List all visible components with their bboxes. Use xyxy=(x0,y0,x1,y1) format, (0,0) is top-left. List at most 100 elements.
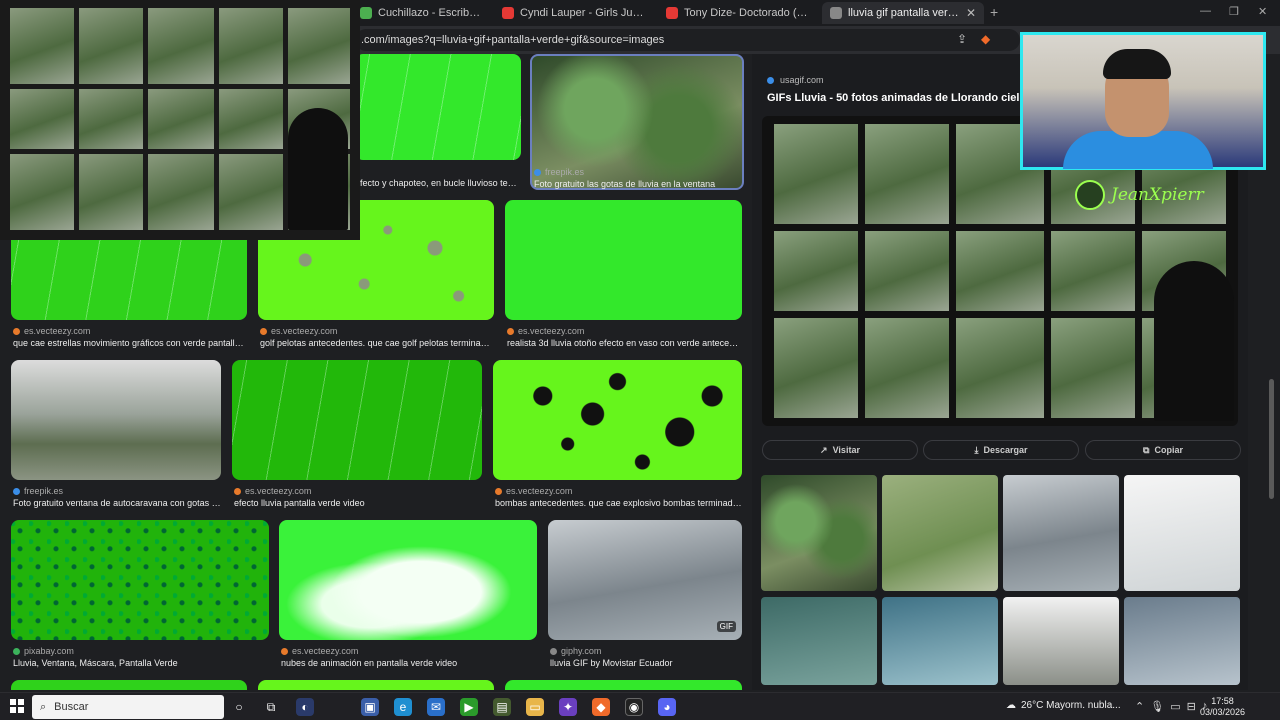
result-image[interactable] xyxy=(11,360,221,480)
source-label: pixabay.com xyxy=(24,646,74,656)
brave-icon[interactable]: ◆ xyxy=(592,698,610,716)
result-image[interactable] xyxy=(258,680,494,690)
store-icon[interactable]: ▣ xyxy=(361,698,379,716)
obs-icon[interactable]: ◉ xyxy=(625,698,643,716)
tab-cyndi-lauper[interactable]: Cyndi Lauper - Girls Just Want To Ha xyxy=(494,2,654,24)
clock-time: 17:58 xyxy=(1211,696,1234,706)
close-tab-icon[interactable]: ✕ xyxy=(966,6,976,20)
gif-badge: GIF xyxy=(716,621,736,632)
related-image[interactable] xyxy=(1003,475,1119,591)
maximize-icon[interactable]: ❐ xyxy=(1229,5,1239,18)
share-icon[interactable]: ⇪ xyxy=(957,32,967,46)
result-image[interactable] xyxy=(505,200,742,320)
minimize-icon[interactable]: — xyxy=(1200,5,1211,17)
visit-button[interactable]: ↗ Visitar xyxy=(762,440,918,460)
task-view-icon[interactable]: ⧉ xyxy=(262,698,280,716)
result-image[interactable] xyxy=(279,520,537,640)
photos-icon[interactable]: ▤ xyxy=(493,698,511,716)
tab-lluvia-gif[interactable]: lluvia gif pantalla verde gif - Bra ✕ xyxy=(822,2,984,24)
result-source: freepik.es xyxy=(534,167,584,177)
window-pane xyxy=(148,154,214,230)
source-label: freepik.es xyxy=(24,486,64,496)
result-source: es.vecteezy.com xyxy=(507,326,584,336)
window-pane xyxy=(288,8,350,84)
display-icon[interactable]: ▭ xyxy=(1170,700,1180,713)
tab-tony-dize[interactable]: Tony Dize- Doctorado (LETRAS/LYRI xyxy=(658,2,818,24)
weather-widget[interactable]: ☁ 26°C Mayorm. nubla... xyxy=(1006,700,1121,711)
usagif-icon xyxy=(767,76,774,84)
window-pane xyxy=(1051,231,1135,311)
windows-start-icon[interactable] xyxy=(10,699,24,713)
result-image[interactable] xyxy=(11,680,247,690)
result-source: giphy.com xyxy=(550,646,601,656)
result-image[interactable]: GIF xyxy=(548,520,742,640)
source-label: es.vecteezy.com xyxy=(506,486,573,496)
streamer-name: JeanXpierr xyxy=(1111,185,1204,205)
panel-source[interactable]: usagif.com xyxy=(767,75,824,85)
result-source: es.vecteezy.com xyxy=(495,486,572,496)
copy-button[interactable]: ⧉ Copiar xyxy=(1085,440,1241,460)
file-explorer-icon[interactable]: ▭ xyxy=(526,698,544,716)
taskbar: ⌕ Buscar ○ ⧉ ◐ ▣ e ✉ ▶ ▤ ▭ ✦ ◆ ◉ ◕ ☁ 26°… xyxy=(0,692,1280,720)
result-image[interactable] xyxy=(355,54,521,160)
result-image[interactable] xyxy=(232,360,482,480)
window-pane xyxy=(774,124,858,224)
clock[interactable]: 17:58 03/03/2026 xyxy=(1200,696,1245,718)
freepik-icon xyxy=(534,168,541,176)
copilot-icon[interactable]: ◐ xyxy=(296,698,314,716)
scrollbar-thumb[interactable] xyxy=(1269,379,1274,499)
window-close-icon[interactable]: ✕ xyxy=(1258,5,1267,18)
vecteezy-icon xyxy=(13,327,20,335)
app-icon[interactable]: ✦ xyxy=(559,698,577,716)
tab-label: Cyndi Lauper - Girls Just Want To Ha xyxy=(520,7,646,19)
result-caption[interactable]: Foto gratuito ventana de autocaravana co… xyxy=(13,498,221,508)
edge-icon[interactable]: e xyxy=(394,698,412,716)
visit-label: Visitar xyxy=(832,445,860,455)
result-caption[interactable]: Lluvia, Ventana, Máscara, Pantalla Verde xyxy=(13,658,269,668)
result-caption[interactable]: golf pelotas antecedentes. que cae golf … xyxy=(260,338,494,348)
panel-source-label: usagif.com xyxy=(780,75,824,85)
related-image[interactable] xyxy=(882,597,998,685)
new-tab-button[interactable]: + xyxy=(990,4,998,20)
streamer-hair xyxy=(1103,49,1171,79)
result-caption[interactable]: lluvia GIF by Movistar Ecuador xyxy=(550,658,742,668)
cortana-icon[interactable]: ○ xyxy=(230,698,248,716)
mail-icon[interactable]: ✉ xyxy=(427,698,445,716)
nvidia-icon[interactable]: ▶ xyxy=(460,698,478,716)
vecteezy-icon xyxy=(507,327,514,335)
source-label: es.vecteezy.com xyxy=(271,326,338,336)
result-caption[interactable]: realista 3d lluvia otoño efecto en vaso … xyxy=(507,338,742,348)
brave-shield-icon[interactable]: ◆ xyxy=(981,32,990,46)
result-caption[interactable]: que cae estrellas movimiento gráficos co… xyxy=(13,338,247,348)
source-label: es.vecteezy.com xyxy=(518,326,585,336)
download-button[interactable]: ⤓ Descargar xyxy=(923,440,1079,460)
microphone-icon[interactable]: 🎙 xyxy=(1150,700,1164,713)
chevron-up-icon[interactable]: ⌃ xyxy=(1135,700,1144,713)
url-field[interactable]: .com/images?q=lluvia+gif+pantalla+verde+… xyxy=(355,29,1020,51)
network-icon[interactable]: ⊟ xyxy=(1187,700,1196,713)
related-image[interactable] xyxy=(882,475,998,591)
tab-favicon xyxy=(360,7,372,19)
panel-scrollbar[interactable] xyxy=(1268,54,1276,690)
result-caption[interactable]: efecto y chapoteo, en bucle lluvioso tem… xyxy=(355,178,521,188)
result-caption[interactable]: nubes de animación en pantalla verde vid… xyxy=(281,658,537,668)
result-caption[interactable]: efecto lluvia pantalla verde video xyxy=(234,498,482,508)
related-image[interactable] xyxy=(1124,475,1240,591)
result-image[interactable] xyxy=(11,520,269,640)
related-image[interactable] xyxy=(761,475,877,591)
source-label: es.vecteezy.com xyxy=(292,646,359,656)
tab-cuchillazo[interactable]: Cuchillazo - Escribir todo de nue xyxy=(352,2,490,24)
result-caption[interactable]: bombas antecedentes. que cae explosivo b… xyxy=(495,498,742,508)
result-caption[interactable]: Foto gratuito las gotas de lluvia en la … xyxy=(534,179,740,189)
result-source: pixabay.com xyxy=(13,646,74,656)
related-image[interactable] xyxy=(1124,597,1240,685)
vecteezy-icon xyxy=(234,487,241,495)
related-image[interactable] xyxy=(761,597,877,685)
result-image[interactable] xyxy=(505,680,742,690)
tab-label: Tony Dize- Doctorado (LETRAS/LYRI xyxy=(684,7,810,19)
result-image[interactable] xyxy=(493,360,742,480)
panel-title[interactable]: GIFs Lluvia - 50 fotos animadas de Llora… xyxy=(767,92,1026,104)
discord-icon[interactable]: ◕ xyxy=(658,698,676,716)
related-image[interactable] xyxy=(1003,597,1119,685)
taskbar-search[interactable]: ⌕ Buscar xyxy=(32,695,224,719)
